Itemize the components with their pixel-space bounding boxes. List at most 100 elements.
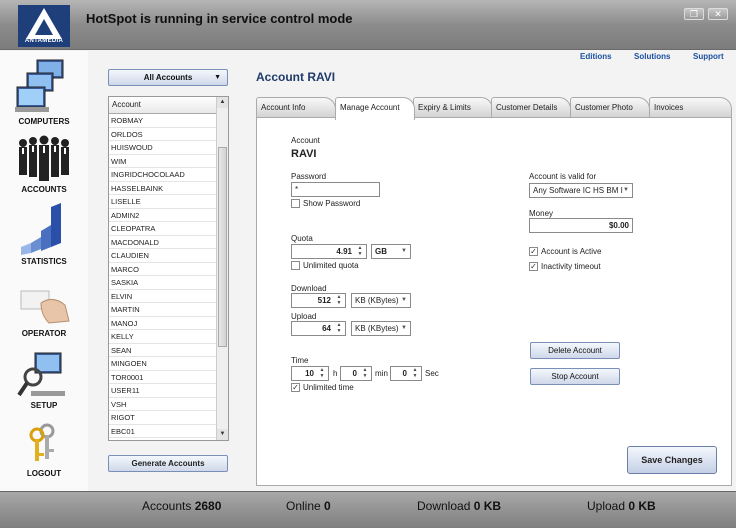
stop-account-button[interactable]: Stop Account xyxy=(530,368,620,385)
nav-computers[interactable]: COMPUTERS xyxy=(0,57,88,126)
close-button[interactable]: ✕ xyxy=(708,8,728,20)
inactivity-timeout-box[interactable]: ✓ xyxy=(529,262,538,272)
inactivity-timeout-label: Inactivity timeout xyxy=(541,262,601,271)
scrollbar-thumb[interactable] xyxy=(218,147,227,347)
show-password-box[interactable] xyxy=(291,199,300,209)
stepper-arrows-icon[interactable]: ▲ ▼ xyxy=(410,367,420,380)
account-list-item[interactable]: WIM xyxy=(109,155,216,168)
account-list-item[interactable]: ORLDOS xyxy=(109,128,216,141)
valid-for-label: Account is valid for xyxy=(529,172,597,181)
valid-for-select[interactable]: Any Software IC HS BM I ▼ xyxy=(529,183,633,198)
account-list-scrollbar[interactable]: ▲ ▼ xyxy=(216,97,228,440)
tab-customer-details[interactable]: Customer Details xyxy=(491,97,571,118)
account-list-item[interactable]: KELLY xyxy=(109,330,216,344)
account-list[interactable]: Account ROBMAY ORLDOS HUISWOUD WIM INGRIDCHO… xyxy=(108,96,229,441)
account-list-item[interactable]: RIGOT xyxy=(109,411,216,425)
upload-stepper[interactable]: 64 ▲ ▼ xyxy=(291,321,346,336)
account-list-item[interactable]: ADMIN2 xyxy=(109,209,216,222)
nav-logout[interactable]: LOGOUT xyxy=(0,423,88,478)
password-input[interactable]: * xyxy=(291,182,380,197)
tab-bar: Account Info Manage Account Expiry & Lim… xyxy=(256,97,732,120)
stepper-arrows-icon[interactable]: ▲ ▼ xyxy=(355,245,365,258)
account-list-item[interactable]: INGRIDCHOCOLAAD xyxy=(109,168,216,182)
editions-link[interactable]: Editions xyxy=(580,52,612,61)
time-seconds-stepper[interactable]: 0 ▲ ▼ xyxy=(390,366,422,381)
download-unit-select[interactable]: KB (KBytes) ▼ xyxy=(351,293,411,308)
download-value: 512 xyxy=(317,296,331,305)
account-list-item[interactable]: CLAUDIEN xyxy=(109,249,216,263)
account-list-item[interactable]: HASSELBAINK xyxy=(109,182,216,195)
time-minutes-stepper[interactable]: 0 ▲ ▼ xyxy=(340,366,372,381)
stepper-arrows-icon[interactable]: ▲ ▼ xyxy=(317,367,327,380)
nav-accounts[interactable]: ACCOUNTS xyxy=(0,135,88,194)
account-list-item[interactable]: MANOJ xyxy=(109,317,216,330)
accounts-stat-label: Accounts xyxy=(142,499,192,513)
tab-manage-account[interactable]: Manage Account xyxy=(335,97,415,120)
account-list-item[interactable]: ELVIN xyxy=(109,290,216,303)
support-link[interactable]: Support xyxy=(693,52,724,61)
scroll-down-arrow[interactable]: ▼ xyxy=(217,429,228,440)
time-hours-stepper[interactable]: 10 ▲ ▼ xyxy=(291,366,329,381)
upload-unit-select[interactable]: KB (KBytes) ▼ xyxy=(351,321,411,336)
account-list-item[interactable]: CLEOPATRA xyxy=(109,222,216,236)
download-stepper[interactable]: 512 ▲ ▼ xyxy=(291,293,346,308)
nav-statistics[interactable]: STATISTICS xyxy=(0,203,88,266)
download-stat: Download 0 KB xyxy=(417,499,501,513)
account-list-item[interactable]: LISELLE xyxy=(109,195,216,209)
online-stat-label: Online xyxy=(286,499,321,513)
unlimited-time-box[interactable]: ✓ xyxy=(291,383,300,393)
account-active-box[interactable]: ✓ xyxy=(529,247,538,257)
nav-operator[interactable]: OPERATOR xyxy=(0,285,88,338)
logout-icon xyxy=(29,423,55,461)
account-filter-value: All Accounts xyxy=(143,73,193,82)
account-active-checkbox[interactable]: ✓ Account is Active xyxy=(529,247,601,257)
account-list-item[interactable]: MINGOEN xyxy=(109,357,216,371)
nav-setup[interactable]: SETUP xyxy=(0,351,88,410)
account-list-item[interactable]: TOR0001 xyxy=(109,371,216,384)
inactivity-timeout-checkbox[interactable]: ✓ Inactivity timeout xyxy=(529,262,601,272)
account-list-item[interactable]: MARTIN xyxy=(109,303,216,317)
tab-account-info[interactable]: Account Info xyxy=(256,97,336,118)
nav-accounts-label: ACCOUNTS xyxy=(21,185,67,194)
account-list-item[interactable]: ROBMAY xyxy=(109,114,216,128)
tab-expiry-limits[interactable]: Expiry & Limits xyxy=(413,97,493,118)
download-stat-value: 0 KB xyxy=(473,499,502,513)
account-list-item[interactable]: HUISWOUD xyxy=(109,141,216,155)
account-list-header[interactable]: Account xyxy=(109,97,216,114)
quota-stepper[interactable]: 4.91 ▲ ▼ xyxy=(291,244,367,259)
tab-invoices[interactable]: Invoices xyxy=(649,97,732,118)
account-filter-dropdown[interactable]: All Accounts ▼ xyxy=(108,69,228,86)
delete-account-button[interactable]: Delete Account xyxy=(530,342,620,359)
stepper-arrows-icon[interactable]: ▲ ▼ xyxy=(360,367,370,380)
unlimited-quota-box[interactable] xyxy=(291,261,300,271)
solutions-link[interactable]: Solutions xyxy=(634,52,670,61)
tab-customer-photo[interactable]: Customer Photo xyxy=(570,97,650,118)
account-label: Account xyxy=(291,136,320,145)
operator-icon xyxy=(20,290,70,324)
save-changes-button[interactable]: Save Changes xyxy=(627,446,717,474)
stepper-arrows-icon[interactable]: ▲ ▼ xyxy=(334,294,344,307)
stepper-arrows-icon[interactable]: ▲ ▼ xyxy=(334,322,344,335)
maximize-button[interactable]: ❐ xyxy=(684,8,704,20)
account-list-item[interactable]: SASKIA xyxy=(109,276,216,290)
account-list-item[interactable]: SEAN xyxy=(109,344,216,357)
nav-logout-label: LOGOUT xyxy=(26,469,62,478)
left-navigation: COMPUTERS ACCOUNTS STATISTICS OPERATOR S… xyxy=(0,51,88,491)
show-password-checkbox[interactable]: Show Password xyxy=(291,199,360,209)
account-list-item[interactable]: VSH xyxy=(109,398,216,411)
nav-operator-label: OPERATOR xyxy=(21,329,67,338)
unlimited-time-checkbox[interactable]: ✓ Unlimited time xyxy=(291,383,354,393)
account-list-item[interactable]: MARCO xyxy=(109,263,216,276)
upload-value: 64 xyxy=(322,324,331,333)
unlimited-quota-checkbox[interactable]: Unlimited quota xyxy=(291,261,359,271)
account-list-item[interactable]: MACDONALD xyxy=(109,236,216,249)
quota-unit-select[interactable]: GB ▼ xyxy=(371,244,411,259)
chevron-down-icon: ▼ xyxy=(401,325,407,331)
generate-accounts-button[interactable]: Generate Accounts xyxy=(108,455,228,472)
scroll-up-arrow[interactable]: ▲ xyxy=(217,97,228,108)
money-input[interactable]: $0.00 xyxy=(529,218,633,233)
account-list-item[interactable]: EBC01 xyxy=(109,425,216,438)
statistics-icon xyxy=(21,203,61,255)
account-list-item[interactable]: USER11 xyxy=(109,384,216,398)
seconds-unit: Sec xyxy=(425,369,439,378)
